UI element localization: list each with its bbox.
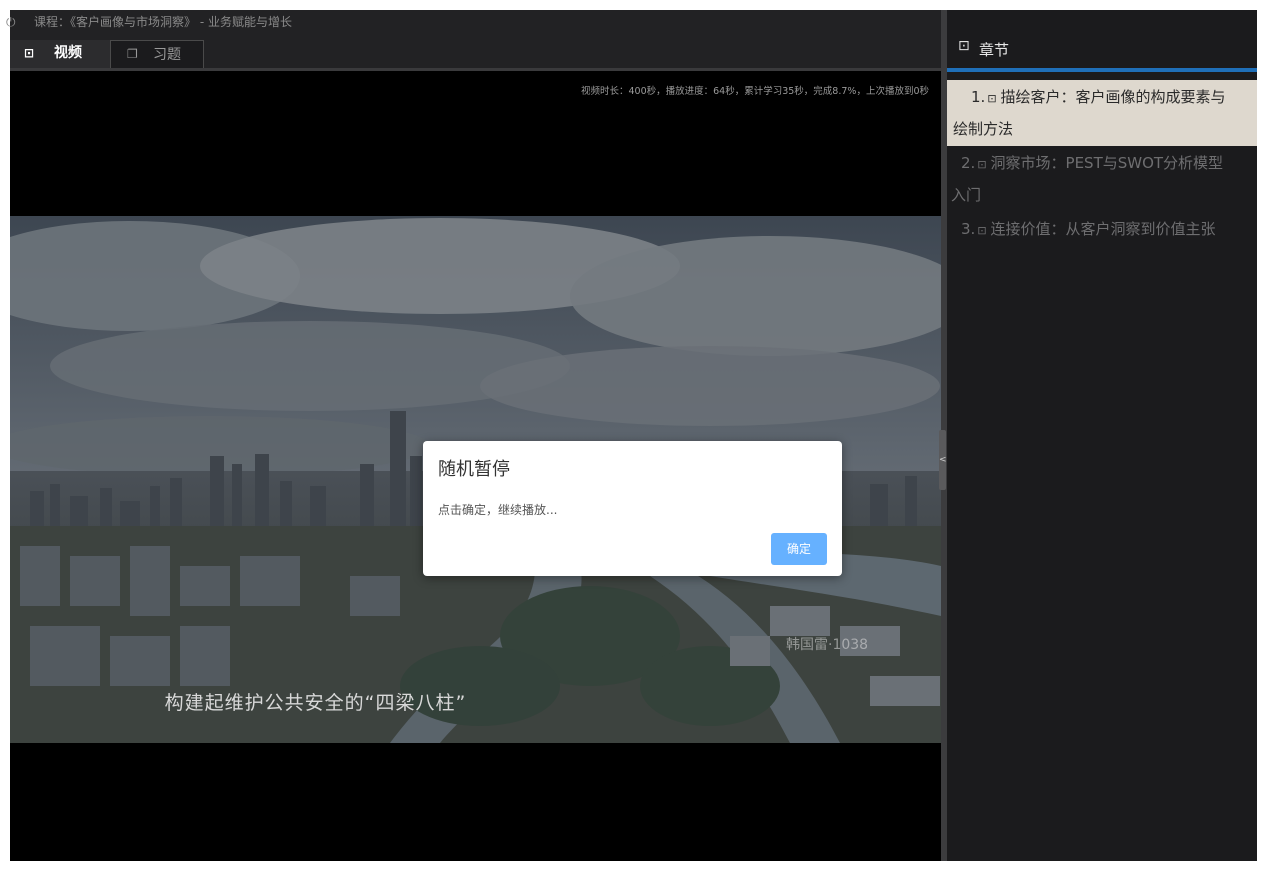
tab-exercises-label: 习题 — [153, 47, 181, 63]
tab-exercises[interactable]: ❐ 习题 — [110, 40, 204, 68]
video-watermark: 韩国雷·1038 — [786, 637, 869, 653]
chapter-title-cont: 绘制方法 — [953, 120, 1014, 138]
video-subtitle: 构建起维护公共安全的“四梁八柱” — [10, 688, 941, 715]
sidebar-header: ⊡ 章节 — [947, 10, 1257, 72]
chapter-number: 2. — [961, 154, 976, 172]
tab-bar: ⊡ 视频 ❐ 习题 — [10, 40, 941, 71]
tab-video[interactable]: ⊡ 视频 — [10, 40, 110, 68]
progress-note: 视频时长：400秒，播放进度：64秒，累计学习35秒，完成8.7%，上次播放到0… — [581, 86, 929, 97]
collapse-toggle[interactable]: < — [939, 430, 947, 490]
chapter-item-1[interactable]: 1. ⊡ 描绘客户：客户画像的构成要素与 绘制方法 — [947, 80, 1257, 146]
document-icon: ❐ — [127, 47, 138, 61]
subtitle-text: 构建起维护公共安全的“四梁八柱” — [164, 692, 467, 714]
chapter-title: 洞察市场：PEST与SWOT分析模型 — [990, 154, 1224, 172]
confirm-button[interactable]: 确定 — [771, 533, 827, 565]
tab-video-label: 视频 — [54, 45, 82, 61]
chapter-title-cont: 入门 — [951, 186, 982, 204]
chapter-number: 1. — [971, 88, 986, 106]
chapter-number: 3. — [961, 220, 976, 238]
random-pause-dialog: 随机暂停 点击确定，继续播放... 确定 — [423, 441, 842, 576]
chapter-title: 描绘客户：客户画像的构成要素与 — [1000, 88, 1226, 106]
chapter-icon: ⊡ — [958, 38, 970, 54]
chapter-title: 连接价值：从客户洞察到价值主张 — [990, 220, 1216, 238]
course-title-bar: ⏻ 课程：《客户画像与市场洞察》 - 业务赋能与增长 — [6, 10, 941, 40]
video-player[interactable]: 视频时长：400秒，播放进度：64秒，累计学习35秒，完成8.7%，上次播放到0… — [10, 71, 941, 861]
chapter-list: 1. ⊡ 描绘客户：客户画像的构成要素与 绘制方法 2. ⊡ 洞察市场：PEST与SWO… — [947, 80, 1257, 248]
video-icon: ⊡ — [24, 46, 35, 60]
chapter-item-2[interactable]: 2. ⊡ 洞察市场：PEST与SWOT分析模型 入门 — [947, 146, 1257, 212]
player-column: ⏻ 课程：《客户画像与市场洞察》 - 业务赋能与增长 ⊡ 视频 ❐ 习题 视频时… — [6, 10, 941, 861]
dialog-title: 随机暂停 — [438, 459, 510, 480]
chapter-sidebar: ⊡ 章节 1. ⊡ 描绘客户：客户画像的构成要素与 绘制方法 2. ⊡ 洞察市场：PES… — [947, 10, 1257, 861]
video-icon: ⊡ — [987, 92, 997, 105]
video-icon: ⊡ — [977, 224, 987, 237]
power-icon: ⏻ — [6, 15, 16, 29]
video-icon: ⊡ — [977, 158, 987, 171]
dialog-message: 点击确定，继续播放... — [438, 503, 558, 517]
app-frame: ⏻ 课程：《客户画像与市场洞察》 - 业务赋能与增长 ⊡ 视频 ❐ 习题 视频时… — [6, 10, 1257, 861]
chapter-item-3[interactable]: 3. ⊡ 连接价值：从客户洞察到价值主张 — [947, 212, 1257, 248]
sidebar-title: 章节 — [979, 41, 1010, 59]
course-title: 课程：《客户画像与市场洞察》 - 业务赋能与增长 — [34, 15, 292, 29]
